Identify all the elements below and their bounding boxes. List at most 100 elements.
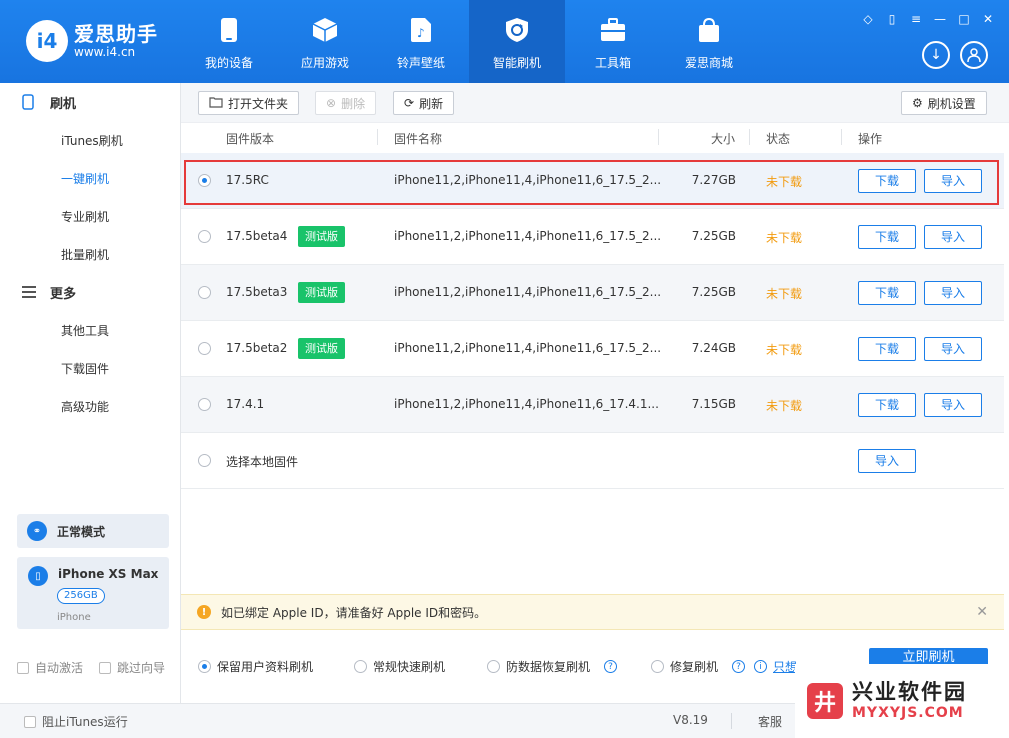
skin-icon[interactable]: ◇ — [861, 12, 875, 26]
nav-smart-flash[interactable]: 智能刷机 — [469, 0, 565, 83]
table-row[interactable]: 17.5beta3 测试版 iPhone11,2,iPhone11,4,iPho… — [181, 265, 1004, 321]
option-repair-flash[interactable]: 修复刷机 ? — [651, 658, 746, 675]
nav-my-device[interactable]: 我的设备 — [181, 0, 277, 83]
row-radio[interactable] — [198, 174, 211, 187]
option-quick-flash[interactable]: 常规快速刷机 — [354, 658, 445, 675]
col-name: 固件名称 — [394, 132, 443, 146]
col-size: 大小 — [711, 132, 736, 146]
sidebar-item-pro-flash[interactable]: 专业刷机 — [0, 197, 180, 235]
warning-icon: ! — [197, 605, 211, 619]
beta-badge: 测试版 — [298, 338, 345, 359]
row-radio[interactable] — [198, 342, 211, 355]
table-row[interactable]: 17.5beta4 测试版 iPhone11,2,iPhone11,4,iPho… — [181, 209, 1004, 265]
radio[interactable] — [354, 660, 367, 673]
sidebar-item-advanced[interactable]: 高级功能 — [0, 387, 180, 425]
beta-badge: 测试版 — [298, 226, 345, 247]
sidebar-item-batch-flash[interactable]: 批量刷机 — [0, 235, 180, 273]
import-button[interactable]: 导入 — [924, 225, 982, 249]
row-radio[interactable] — [198, 398, 211, 411]
table-row-local-firmware[interactable]: 选择本地固件 导入 — [181, 433, 1004, 489]
import-button[interactable]: 导入 — [924, 337, 982, 361]
close-icon[interactable]: ✕ — [981, 12, 995, 26]
app-logo: i4 爱思助手 www.i4.cn — [26, 20, 158, 62]
block-itunes-checkbox[interactable]: 阻止iTunes运行 — [24, 713, 128, 730]
sidebar-section-more[interactable]: 更多 — [0, 273, 180, 311]
nav-i4-store[interactable]: 爱思商城 — [661, 0, 757, 83]
info-icon: i — [754, 660, 767, 673]
download-button[interactable]: 下载 — [858, 225, 916, 249]
toolbox-icon — [599, 16, 627, 44]
open-folder-button[interactable]: 打开文件夹 — [198, 91, 300, 115]
sidebar-section-flash[interactable]: 刷机 — [0, 83, 180, 121]
col-action: 操作 — [858, 132, 883, 146]
table-row[interactable]: 17.5beta2 测试版 iPhone11,2,iPhone11,4,iPho… — [181, 321, 1004, 377]
sidebar-item-itunes-flash[interactable]: iTunes刷机 — [0, 121, 180, 159]
refresh-button[interactable]: ⟳ 刷新 — [393, 91, 455, 115]
import-button[interactable]: 导入 — [858, 449, 916, 473]
download-button[interactable]: 下载 — [858, 337, 916, 361]
only-link[interactable]: i 只想 — [754, 658, 797, 675]
title-bar: i4 爱思助手 www.i4.cn 我的设备 应用游戏 ♪ 铃声壁纸 智能刷机 … — [0, 0, 1009, 83]
close-icon[interactable]: ✕ — [976, 604, 988, 620]
download-icon[interactable]: ↓ — [922, 41, 950, 69]
row-radio[interactable] — [198, 454, 211, 467]
device-card[interactable]: ▯ iPhone XS Max 256GB iPhone — [17, 557, 169, 629]
table-row[interactable]: 17.5RC iPhone11,2,iPhone11,4,iPhone11,6_… — [181, 153, 1004, 209]
shopping-bag-icon — [695, 16, 723, 44]
phone-icon: ▯ — [28, 566, 48, 586]
nav-toolbox[interactable]: 工具箱 — [565, 0, 661, 83]
skip-guide-checkbox[interactable]: 跳过向导 — [99, 659, 165, 676]
import-button[interactable]: 导入 — [924, 393, 982, 417]
delete-icon: ⊗ — [326, 96, 337, 110]
window-controls: ◇ ▯ ≡ — □ ✕ — [861, 12, 995, 26]
minimize-icon[interactable]: — — [933, 12, 947, 26]
checkbox[interactable] — [17, 661, 29, 674]
watermark-cn: 兴业软件园 — [852, 680, 967, 704]
firmware-table: 17.5RC iPhone11,2,iPhone11,4,iPhone11,6_… — [181, 153, 1004, 489]
download-button[interactable]: 下载 — [858, 393, 916, 417]
radio[interactable] — [651, 660, 664, 673]
user-icon[interactable] — [960, 41, 988, 69]
table-row[interactable]: 17.4.1 iPhone11,2,iPhone11,4,iPhone11,6_… — [181, 377, 1004, 433]
watermark: 井 兴业软件园 MYXYJS.COM — [795, 664, 1009, 738]
option-keep-data[interactable]: 保留用户资料刷机 — [198, 658, 313, 675]
refresh-shield-icon — [503, 16, 531, 44]
menu-icon[interactable]: ≡ — [909, 12, 923, 26]
row-radio[interactable] — [198, 286, 211, 299]
sidebar-item-one-click-flash[interactable]: 一键刷机 — [0, 159, 180, 197]
checkbox[interactable] — [24, 715, 36, 728]
help-icon[interactable]: ? — [604, 660, 618, 673]
option-anti-recovery[interactable]: 防数据恢复刷机 ? — [487, 658, 618, 675]
table-header: 固件版本 固件名称 大小 状态 操作 — [181, 123, 1009, 151]
nav-ringtones-wallpapers[interactable]: ♪ 铃声壁纸 — [373, 0, 469, 83]
device-name: iPhone XS Max — [58, 567, 159, 581]
folder-icon — [209, 96, 223, 111]
flash-settings-button[interactable]: ⚙ 刷机设置 — [901, 91, 987, 115]
delete-button[interactable]: ⊗ 删除 — [315, 91, 377, 115]
sidebar-item-other-tools[interactable]: 其他工具 — [0, 311, 180, 349]
download-button[interactable]: 下载 — [858, 281, 916, 305]
main-panel: 打开文件夹 ⊗ 删除 ⟳ 刷新 ⚙ 刷机设置 固件版本 固件名称 大小 状态 操… — [181, 83, 1009, 703]
download-button[interactable]: 下载 — [858, 169, 916, 193]
nav-apps-games[interactable]: 应用游戏 — [277, 0, 373, 83]
auto-activate-checkbox[interactable]: 自动激活 — [17, 659, 83, 676]
device-type: iPhone — [57, 612, 91, 623]
radio[interactable] — [487, 660, 500, 673]
watermark-logo: 井 — [807, 683, 843, 719]
feedback-icon[interactable]: ▯ — [885, 12, 899, 26]
import-button[interactable]: 导入 — [924, 281, 982, 305]
gear-icon: ⚙ — [912, 96, 923, 110]
checkbox[interactable] — [99, 661, 112, 674]
svg-text:♪: ♪ — [417, 26, 425, 40]
cube-icon — [311, 16, 339, 44]
app-url: www.i4.cn — [74, 45, 136, 59]
sidebar-options: 自动激活 跳过向导 — [17, 659, 165, 676]
maximize-icon[interactable]: □ — [957, 12, 971, 26]
help-icon[interactable]: ? — [732, 660, 746, 673]
radio[interactable] — [198, 660, 211, 673]
row-radio[interactable] — [198, 230, 211, 243]
toolbar: 打开文件夹 ⊗ 删除 ⟳ 刷新 ⚙ 刷机设置 — [181, 83, 1009, 123]
customer-service-link[interactable]: 客服 — [758, 713, 782, 730]
import-button[interactable]: 导入 — [924, 169, 982, 193]
sidebar-item-download-firmware[interactable]: 下载固件 — [0, 349, 180, 387]
